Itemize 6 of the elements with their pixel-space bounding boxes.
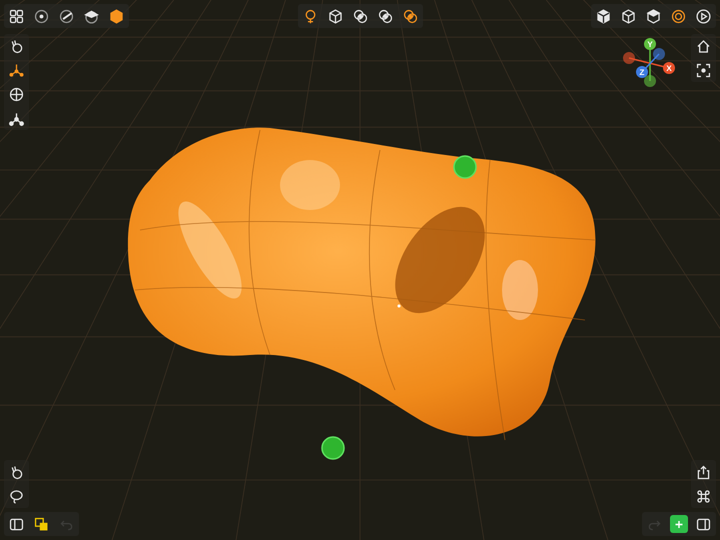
axis-handle[interactable] <box>644 75 656 87</box>
axis-handle[interactable] <box>623 52 635 64</box>
axis-handle[interactable]: Y <box>644 38 656 50</box>
axis-handle[interactable]: Z <box>636 66 648 78</box>
axis-handle[interactable] <box>653 48 665 60</box>
axis-handle[interactable]: X <box>663 62 675 74</box>
